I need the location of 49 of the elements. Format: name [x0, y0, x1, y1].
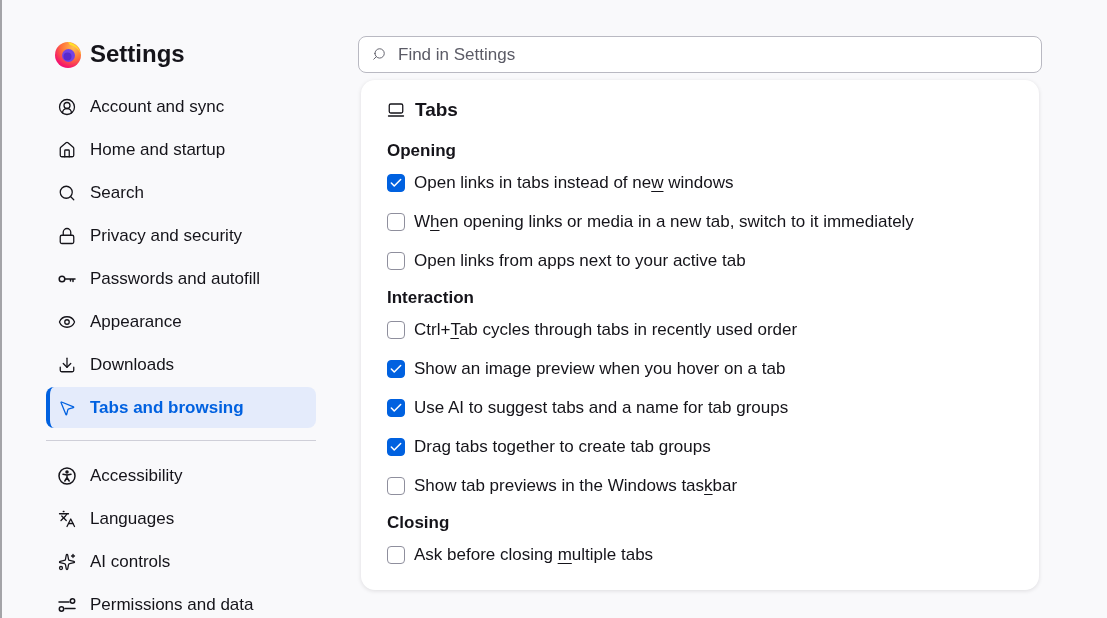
search-field[interactable]: Find in Settings	[358, 36, 1042, 73]
checkbox[interactable]	[387, 359, 405, 378]
nav-item[interactable]: Passwords and autofill	[46, 258, 316, 299]
checkbox[interactable]	[387, 398, 405, 417]
sparkle-icon	[58, 552, 76, 571]
nav-item[interactable]: Downloads	[46, 344, 316, 385]
sliders-icon	[58, 595, 76, 614]
checkbox-label[interactable]: Show an image preview when you hover on a tab	[414, 357, 786, 380]
nav-item[interactable]: Home and startup	[46, 129, 316, 170]
checkbox[interactable]	[387, 545, 405, 564]
search-icon	[58, 183, 76, 202]
checkbox[interactable]	[387, 173, 405, 192]
card-title: Tabs	[415, 98, 458, 122]
search-icon	[372, 47, 386, 61]
cursor-icon	[58, 398, 76, 417]
page-title: Settings	[90, 40, 185, 68]
download-icon	[58, 355, 76, 374]
nav-item[interactable]: Search	[46, 172, 316, 213]
checkbox[interactable]	[387, 437, 405, 456]
home-icon	[58, 140, 76, 159]
lock-icon	[58, 226, 76, 245]
laptop-icon	[387, 101, 405, 119]
checkbox-label[interactable]: Ask before closing multiple tabs	[414, 543, 654, 566]
nav-item[interactable]: Tabs and browsing	[46, 387, 316, 428]
checkbox-label[interactable]: Open links in tabs instead of new windows	[414, 171, 734, 194]
nav-item[interactable]: Account and sync	[46, 86, 316, 127]
nav-item[interactable]: Permissions and data	[46, 584, 316, 618]
checkbox[interactable]	[387, 476, 405, 495]
checkbox[interactable]	[387, 251, 405, 270]
logo-icon	[54, 40, 82, 68]
checkbox[interactable]	[387, 212, 405, 231]
user-circle-icon	[58, 97, 76, 116]
checkbox-label[interactable]: When opening links or media in a new tab, switch to it immediately	[414, 210, 914, 233]
nav-item[interactable]: Languages	[46, 498, 316, 539]
nav-item[interactable]: AI controls	[46, 541, 316, 582]
checkbox-label[interactable]: Drag tabs together to create tab groups	[414, 435, 711, 458]
nav-item[interactable]: Privacy and security	[46, 215, 316, 256]
nav-item[interactable]: Appearance	[46, 301, 316, 342]
group-heading: Closing	[387, 512, 450, 534]
checkbox-label[interactable]: Show tab previews in the Windows taskbar	[414, 474, 738, 497]
checkbox[interactable]	[387, 320, 405, 339]
group-heading: Opening	[387, 140, 456, 162]
nav-item[interactable]: Accessibility	[46, 455, 316, 496]
checkbox-label[interactable]: Open links from apps next to your active tab	[414, 249, 746, 272]
accessibility-icon	[58, 466, 76, 485]
group-heading: Interaction	[387, 287, 474, 309]
translate-icon	[58, 509, 76, 528]
checkbox-label[interactable]: Ctrl+Tab cycles through tabs in recently used order	[414, 318, 798, 341]
checkbox-label[interactable]: Use AI to suggest tabs and a name for tab groups	[414, 396, 789, 419]
